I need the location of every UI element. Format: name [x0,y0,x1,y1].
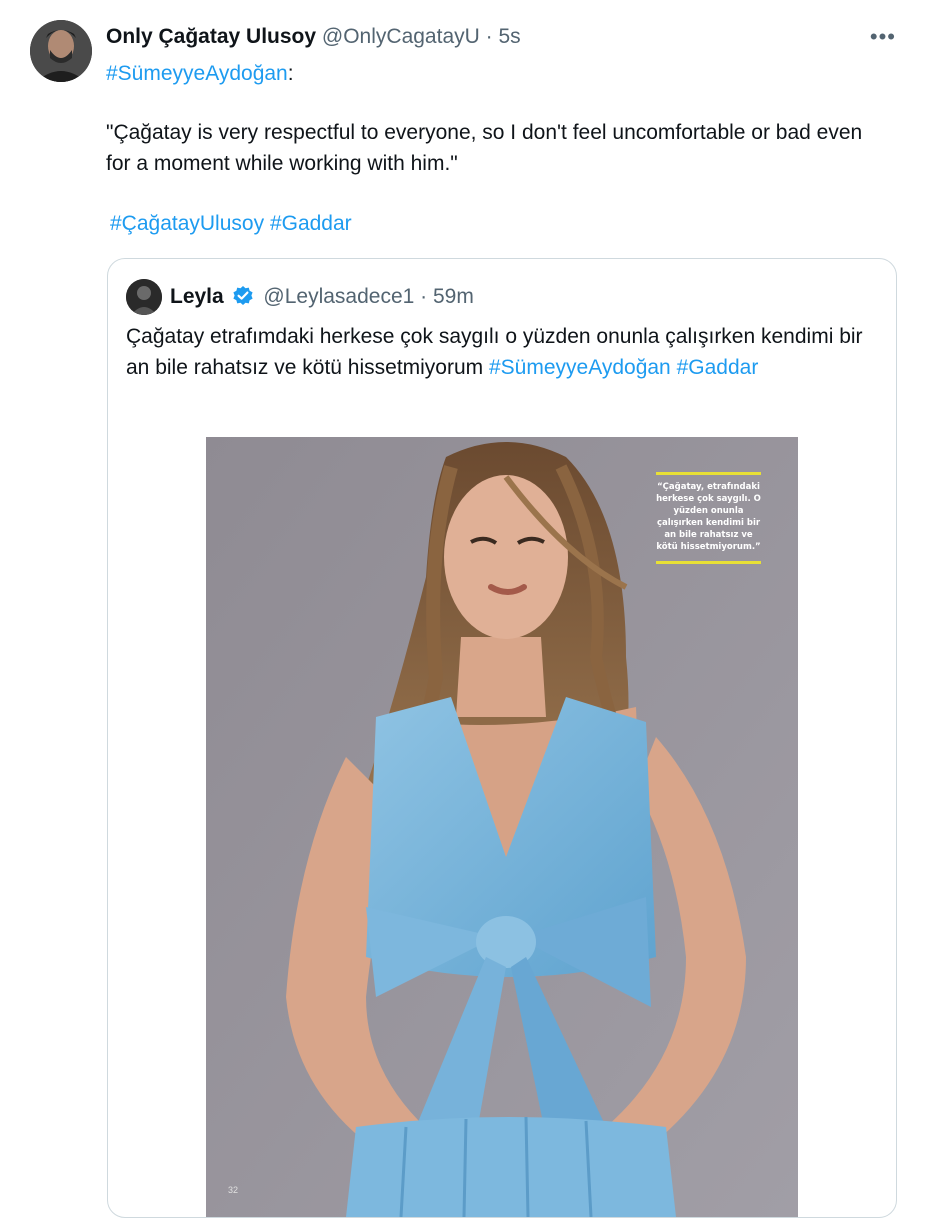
tweet-text: "Çağatay is very respectful to everyone,… [106,121,863,175]
hashtag-cagatay[interactable]: #ÇağatayUlusoy [110,212,264,235]
quoted-avatar[interactable] [126,279,162,315]
mention-line: #SümeyyeAydoğan: [106,60,294,88]
quoted-separator-dot: · [420,285,428,308]
hashtag-sumeyye[interactable]: #SümeyyeAydoğan [106,62,288,85]
quoted-header: Leyla @Leylasadece1 · 59m [170,283,474,311]
tweet-hashtags: #ÇağatayUlusoy #Gaddar [110,210,352,238]
pull-quote: “Çağatay, etrafındaki herkese çok saygıl… [656,472,761,564]
verified-badge-icon [232,285,254,307]
author-handle[interactable]: @OnlyCagatayU [322,25,480,48]
timestamp[interactable]: 5s [498,25,520,48]
author-name[interactable]: Only Çağatay Ulusoy [106,25,316,48]
tweet: Only Çağatay Ulusoy @OnlyCagatayU · 5s •… [0,0,926,1222]
quoted-hashtag-gaddar[interactable]: #Gaddar [677,356,759,379]
avatar[interactable] [30,20,92,82]
quoted-author-name[interactable]: Leyla [170,285,224,308]
quoted-tweet[interactable]: Leyla @Leylasadece1 · 59m Çağatay etrafı… [107,258,897,1218]
separator-dot: · [485,25,493,48]
quoted-timestamp[interactable]: 59m [433,285,474,308]
mention-suffix: : [287,62,294,85]
quoted-hashtag-sumeyye[interactable]: #SümeyyeAydoğan [489,356,671,379]
tweet-header: Only Çağatay Ulusoy @OnlyCagatayU · 5s [106,24,521,50]
magazine-photo[interactable]: “Çağatay, etrafındaki herkese çok saygıl… [206,437,798,1217]
quoted-author-handle[interactable]: @Leylasadece1 [263,285,414,308]
page-number: 32 [228,1185,239,1195]
hashtag-gaddar[interactable]: #Gaddar [270,212,352,235]
more-options-icon[interactable]: ••• [870,24,896,50]
quoted-text: Çağatay etrafımdaki herkese çok saygılı … [126,321,886,383]
